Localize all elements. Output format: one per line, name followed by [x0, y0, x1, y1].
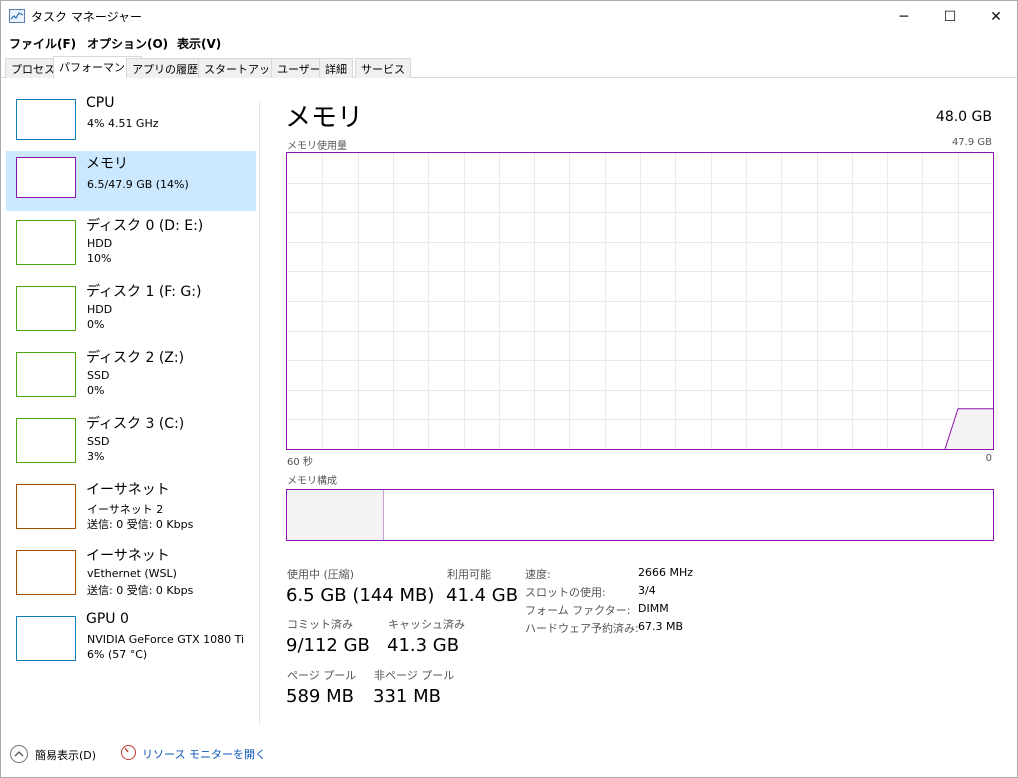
sidebar-item-adapter: イーサネット 2	[87, 503, 164, 516]
open-resource-monitor-link[interactable]: リソース モニターを開く	[142, 746, 266, 762]
disk-thumbnail-graph	[16, 418, 76, 463]
window-title: タスク マネージャー	[31, 10, 142, 24]
sidebar-item-title: イーサネット	[86, 482, 170, 498]
sidebar-item-usage: 0%	[87, 318, 105, 331]
memory-usage-graph-canvas	[287, 153, 993, 450]
sidebar-item-gpu-model: NVIDIA GeForce GTX 1080 Ti	[87, 633, 245, 646]
menu-bar: ファイル(F) オプション(O) 表示(V)	[1, 32, 1017, 54]
gpu-thumbnail-graph	[16, 616, 76, 661]
sidebar-item-title: メモリ	[86, 156, 128, 172]
nonpaged-pool-value: 331 MB	[373, 686, 441, 707]
sidebar-item-ethernet-2[interactable]: イーサネット イーサネット 2 送信: 0 受信: 0 Kbps	[6, 477, 256, 537]
menu-file[interactable]: ファイル(F)	[9, 35, 76, 52]
form-factor-value: DIMM	[638, 602, 669, 615]
task-manager-window: タスク マネージャー ─ ☐ ✕ ファイル(F) オプション(O) 表示(V) …	[0, 0, 1018, 778]
composition-in-use-segment	[287, 490, 384, 540]
form-factor-label: フォーム ファクター:	[525, 604, 631, 617]
sidebar-item-title: GPU 0	[86, 611, 129, 627]
tab-services[interactable]: サービス	[355, 58, 411, 78]
fewer-details-button[interactable]: 簡易表示(D)	[35, 747, 96, 763]
speed-label: 速度:	[525, 568, 551, 581]
graph-time-end: 0	[985, 453, 992, 464]
sidebar-item-adapter: vEthernet (WSL)	[87, 567, 177, 580]
in-use-value: 6.5 GB (144 MB)	[286, 585, 435, 606]
committed-label: コミット済み	[287, 618, 353, 631]
composition-label: メモリ構成	[287, 476, 337, 487]
sidebar-item-detail: 4% 4.51 GHz	[87, 117, 159, 130]
slots-used-label: スロットの使用:	[525, 586, 606, 599]
hardware-reserved-label: ハードウェア予約済み:	[525, 622, 639, 635]
page-title: メモリ	[285, 103, 364, 133]
sidebar-item-usage: 6% (57 °C)	[87, 648, 148, 661]
sidebar-item-title: ディスク 0 (D: E:)	[86, 218, 204, 234]
nonpaged-pool-label: 非ページ プール	[374, 669, 455, 682]
available-label: 利用可能	[447, 568, 491, 581]
ethernet-thumbnail-graph	[16, 550, 76, 595]
committed-value: 9/112 GB	[286, 635, 370, 656]
tab-bar: プロセス パフォーマンス アプリの履歴 スタートアップ ユーザー 詳細 サービス	[1, 56, 1017, 79]
menu-options[interactable]: オプション(O)	[87, 35, 168, 52]
sidebar-item-cpu[interactable]: CPU 4% 4.51 GHz	[6, 93, 256, 153]
sidebar-item-memory[interactable]: メモリ 6.5/47.9 GB (14%)	[6, 151, 256, 211]
resource-monitor-icon[interactable]	[121, 745, 136, 760]
sidebar-item-type: HDD	[87, 237, 113, 250]
cached-value: 41.3 GB	[387, 635, 460, 656]
paged-pool-label: ページ プール	[287, 669, 357, 682]
disk-thumbnail-graph	[16, 286, 76, 331]
usage-graph-label: メモリ使用量	[287, 141, 347, 152]
tab-app-history[interactable]: アプリの履歴	[126, 58, 204, 78]
sidebar-item-ethernet-wsl[interactable]: イーサネット vEthernet (WSL) 送信: 0 受信: 0 Kbps	[6, 543, 256, 603]
maximize-button[interactable]: ☐	[927, 1, 973, 32]
footer: 簡易表示(D) リソース モニターを開く	[1, 739, 1017, 777]
sidebar-divider	[259, 101, 260, 725]
memory-usage-area	[945, 408, 993, 449]
minimize-button[interactable]: ─	[881, 1, 927, 32]
sidebar-item-title: イーサネット	[86, 548, 170, 564]
cpu-thumbnail-graph	[16, 99, 76, 140]
sidebar-item-usage: 10%	[87, 252, 112, 265]
disk-thumbnail-graph	[16, 352, 76, 397]
slots-used-value: 3/4	[638, 584, 656, 597]
memory-usage-graph	[286, 152, 994, 450]
sidebar-item-title: ディスク 1 (F: G:)	[86, 284, 202, 300]
sidebar-item-disk-1[interactable]: ディスク 1 (F: G:) HDD 0%	[6, 279, 256, 339]
paged-pool-value: 589 MB	[286, 686, 354, 707]
graph-time-start: 60 秒	[287, 457, 313, 468]
speed-value: 2666 MHz	[638, 566, 694, 579]
tab-details[interactable]: 詳細	[319, 58, 353, 78]
sidebar-item-throughput: 送信: 0 受信: 0 Kbps	[87, 518, 194, 531]
task-manager-icon	[9, 9, 25, 23]
sidebar-item-disk-0[interactable]: ディスク 0 (D: E:) HDD 10%	[6, 213, 256, 273]
close-button[interactable]: ✕	[973, 1, 1018, 32]
sidebar-item-gpu-0[interactable]: GPU 0 NVIDIA GeForce GTX 1080 Ti 6% (57 …	[6, 609, 256, 669]
cached-label: キャッシュ済み	[388, 618, 465, 631]
sidebar-item-type: HDD	[87, 303, 113, 316]
sidebar-item-disk-3[interactable]: ディスク 3 (C:) SSD 3%	[6, 411, 256, 471]
sidebar-item-disk-2[interactable]: ディスク 2 (Z:) SSD 0%	[6, 345, 256, 405]
in-use-label: 使用中 (圧縮)	[287, 568, 355, 581]
sidebar-item-usage: 3%	[87, 450, 105, 463]
sidebar-item-usage: 0%	[87, 384, 105, 397]
sidebar-item-title: ディスク 2 (Z:)	[86, 350, 185, 366]
memory-thumbnail-graph	[16, 157, 76, 198]
sidebar-item-title: ディスク 3 (C:)	[86, 416, 185, 432]
title-bar: タスク マネージャー ─ ☐ ✕	[1, 1, 1017, 32]
menu-view[interactable]: 表示(V)	[177, 35, 221, 52]
disk-thumbnail-graph	[16, 220, 76, 265]
available-value: 41.4 GB	[446, 585, 519, 606]
usage-graph-max: 47.9 GB	[951, 137, 992, 148]
sidebar-item-type: SSD	[87, 369, 110, 382]
sidebar-item-detail: 6.5/47.9 GB (14%)	[87, 178, 189, 191]
total-memory: 48.0 GB	[935, 109, 992, 125]
sidebar-item-throughput: 送信: 0 受信: 0 Kbps	[87, 584, 194, 597]
sidebar-item-type: SSD	[87, 435, 110, 448]
sidebar-item-title: CPU	[86, 95, 115, 111]
ethernet-thumbnail-graph	[16, 484, 76, 529]
memory-composition-bar	[286, 489, 994, 541]
chevron-up-icon[interactable]	[10, 745, 28, 763]
hardware-reserved-value: 67.3 MB	[638, 620, 684, 633]
